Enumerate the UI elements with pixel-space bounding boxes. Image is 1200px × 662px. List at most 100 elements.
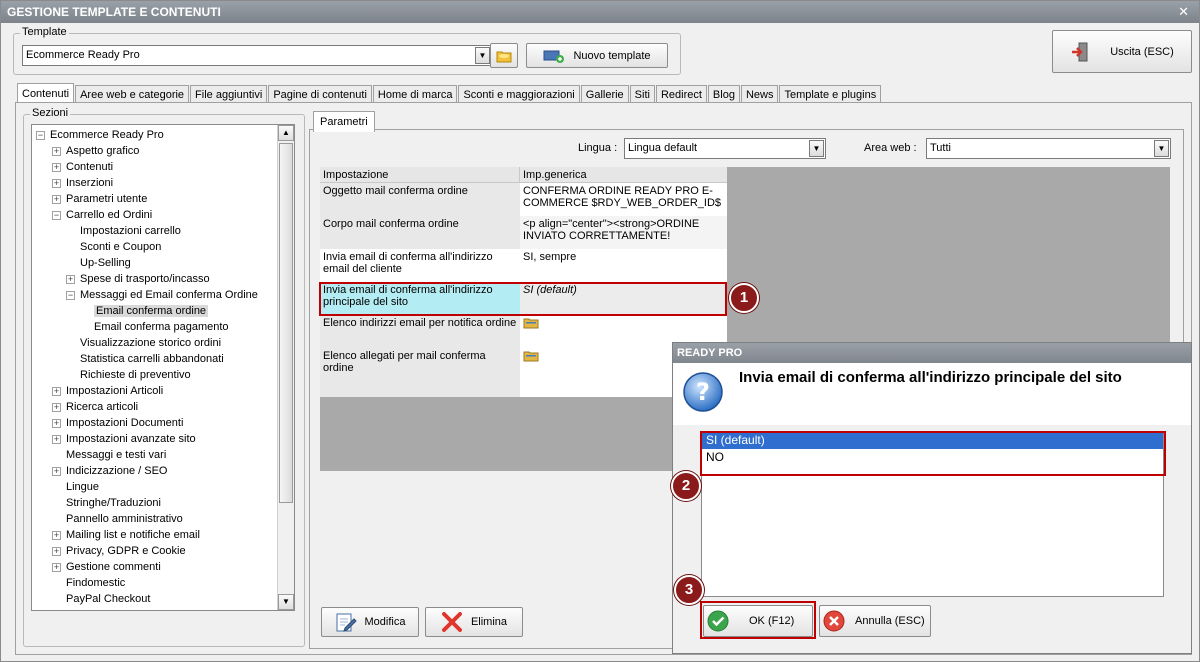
table-row[interactable] [320, 381, 727, 397]
chevron-down-icon[interactable]: ▼ [1154, 140, 1169, 157]
expand-icon[interactable]: + [52, 546, 61, 556]
scroll-down-icon[interactable]: ▼ [278, 594, 294, 610]
tree-item[interactable]: Messaggi e testi vari [52, 447, 166, 463]
setting-cell [320, 381, 520, 397]
exit-button[interactable]: Uscita (ESC) [1052, 30, 1192, 73]
delete-label: Elimina [470, 616, 508, 628]
tree-item[interactable]: Up-Selling [66, 255, 131, 271]
modify-button[interactable]: Modifica [321, 607, 419, 637]
tree-item[interactable]: + Gestione commenti [52, 559, 161, 575]
tree-item[interactable]: Lingue [52, 479, 99, 495]
tree-item[interactable]: + Impostazioni Articoli [52, 383, 163, 399]
tree-item[interactable]: + Spese di trasporto/incasso [66, 271, 210, 287]
tree-item[interactable]: + Parametri utente [52, 191, 147, 207]
tree-item[interactable]: Richieste di preventivo [66, 367, 191, 383]
tree-item[interactable]: + Privacy, GDPR e Cookie [52, 543, 186, 559]
value-cell[interactable]: CONFERMA ORDINE READY PRO E-COMMERCE $RD… [520, 183, 727, 216]
grid-header: Impostazione Imp.generica [320, 167, 727, 183]
tree-item[interactable]: Email conferma ordine [80, 303, 209, 319]
cancel-button[interactable]: Annulla (ESC) [819, 605, 931, 637]
tree-item[interactable]: Email conferma pagamento [80, 319, 229, 335]
chevron-down-icon[interactable]: ▼ [475, 47, 490, 64]
expand-icon[interactable]: + [52, 434, 61, 444]
tree-item-label: Pannello amministrativo [66, 513, 183, 525]
expand-icon[interactable]: + [52, 402, 61, 412]
new-template-button[interactable]: Nuovo template [526, 43, 668, 68]
tree-item[interactable]: Findomestic [52, 575, 125, 591]
area-web-value: Tutti [930, 142, 951, 154]
header-impostazione: Impostazione [320, 167, 520, 182]
value-cell[interactable]: <p align="center"><strong>ORDINE INVIATO… [520, 216, 727, 249]
tree-item[interactable]: − Messaggi ed Email conferma Ordine [66, 287, 258, 303]
scroll-up-icon[interactable]: ▲ [278, 125, 294, 141]
callout-box-3 [700, 601, 816, 639]
expand-icon[interactable]: + [52, 162, 61, 172]
expand-icon[interactable]: + [52, 178, 61, 188]
table-row[interactable]: Invia email di conferma all'indirizzo em… [320, 249, 727, 282]
open-folder-button[interactable] [490, 43, 518, 68]
tree-item[interactable]: PayPal Checkout [52, 591, 150, 607]
table-row[interactable]: Oggetto mail conferma ordine CONFERMA OR… [320, 183, 727, 216]
template-select[interactable]: Ecommerce Ready Pro ▼ [22, 45, 492, 66]
expand-icon[interactable]: + [52, 146, 61, 156]
collapse-icon[interactable]: − [66, 290, 75, 300]
tree-item-label: Richieste di preventivo [80, 369, 191, 381]
collapse-icon[interactable]: − [52, 210, 61, 220]
tree-item[interactable]: Pannello amministrativo [52, 511, 183, 527]
template-group: Template Ecommerce Ready Pro ▼ Nuovo tem… [13, 26, 681, 75]
tree-item-label: Ricerca articoli [66, 401, 139, 413]
expand-icon[interactable]: + [52, 562, 61, 572]
header-imp-generica: Imp.generica [523, 169, 587, 181]
tree-item[interactable]: + Ricerca articoli [52, 399, 138, 415]
tree-item[interactable]: + Aspetto grafico [52, 143, 139, 159]
folder-icon [523, 318, 539, 329]
tree-item[interactable]: + Impostazioni avanzate sito [52, 431, 196, 447]
tree-item[interactable]: + Indicizzazione / SEO [52, 463, 168, 479]
delete-x-icon [441, 612, 462, 632]
step-badge-2: 2 [671, 471, 701, 501]
tree-item[interactable]: Statistica carrelli abbandonati [66, 351, 224, 367]
collapse-icon[interactable]: − [36, 130, 45, 140]
expand-icon[interactable]: + [52, 386, 61, 396]
tab-parametri[interactable]: Parametri [313, 111, 375, 132]
tree-item[interactable]: + Contenuti [52, 159, 113, 175]
tree-item-label: Impostazioni carrello [80, 225, 181, 237]
table-row[interactable]: Elenco indirizzi email per notifica ordi… [320, 315, 727, 348]
tree-scrollbar[interactable]: ▲ ▼ [277, 125, 294, 610]
scroll-thumb[interactable] [279, 143, 293, 503]
value-cell[interactable]: SI, sempre [520, 249, 727, 282]
tree-item-label: Email conferma ordine [94, 305, 209, 317]
step-badge-3: 3 [674, 575, 704, 605]
tree-item-label: Lingue [66, 481, 100, 493]
tree-item[interactable]: Stringhe/Traduzioni [52, 495, 161, 511]
delete-button[interactable]: Elimina [425, 607, 523, 637]
expand-icon[interactable]: + [66, 274, 75, 284]
table-row[interactable]: Elenco allegati per mail conferma ordine [320, 348, 727, 381]
tree-item[interactable]: + Inserzioni [52, 175, 113, 191]
sections-tree[interactable]: PayPal Checkout Findomestic + Gestione comm… [31, 124, 295, 611]
expand-icon[interactable]: + [52, 418, 61, 428]
question-icon: ? [683, 372, 723, 412]
expand-icon[interactable]: + [52, 194, 61, 204]
tree-item-label: Contenuti [66, 161, 114, 173]
tree-item[interactable]: + Mailing list e notifiche email [52, 527, 200, 543]
tree-item-label: Stringhe/Traduzioni [66, 497, 161, 509]
expand-icon[interactable]: + [52, 466, 61, 476]
tree-item[interactable]: Visualizzazione storico ordini [66, 335, 221, 351]
tree-item[interactable]: Impostazioni carrello [66, 223, 181, 239]
table-row[interactable]: Corpo mail conferma ordine <p align="cen… [320, 216, 727, 249]
close-icon[interactable]: ✕ [1178, 1, 1189, 23]
expand-icon[interactable]: + [52, 530, 61, 540]
tree-item[interactable]: − Ecommerce Ready Pro [36, 127, 164, 143]
chevron-down-icon[interactable]: ▼ [809, 140, 824, 157]
tree-item[interactable]: Sconti e Coupon [66, 239, 161, 255]
tree-item[interactable]: − Carrello ed Ordini [52, 207, 152, 223]
svg-text:?: ? [696, 378, 710, 406]
lingua-select[interactable]: Lingua default ▼ [624, 138, 826, 159]
area-web-select[interactable]: Tutti ▼ [926, 138, 1171, 159]
tree-item[interactable]: + Impostazioni Documenti [52, 415, 183, 431]
tree-item-label: Privacy, GDPR e Cookie [66, 545, 186, 557]
dialog-title: READY PRO [673, 343, 1191, 363]
tab-contenuti[interactable]: Contenuti [17, 83, 75, 104]
exit-label: Uscita (ESC) [1110, 45, 1174, 58]
